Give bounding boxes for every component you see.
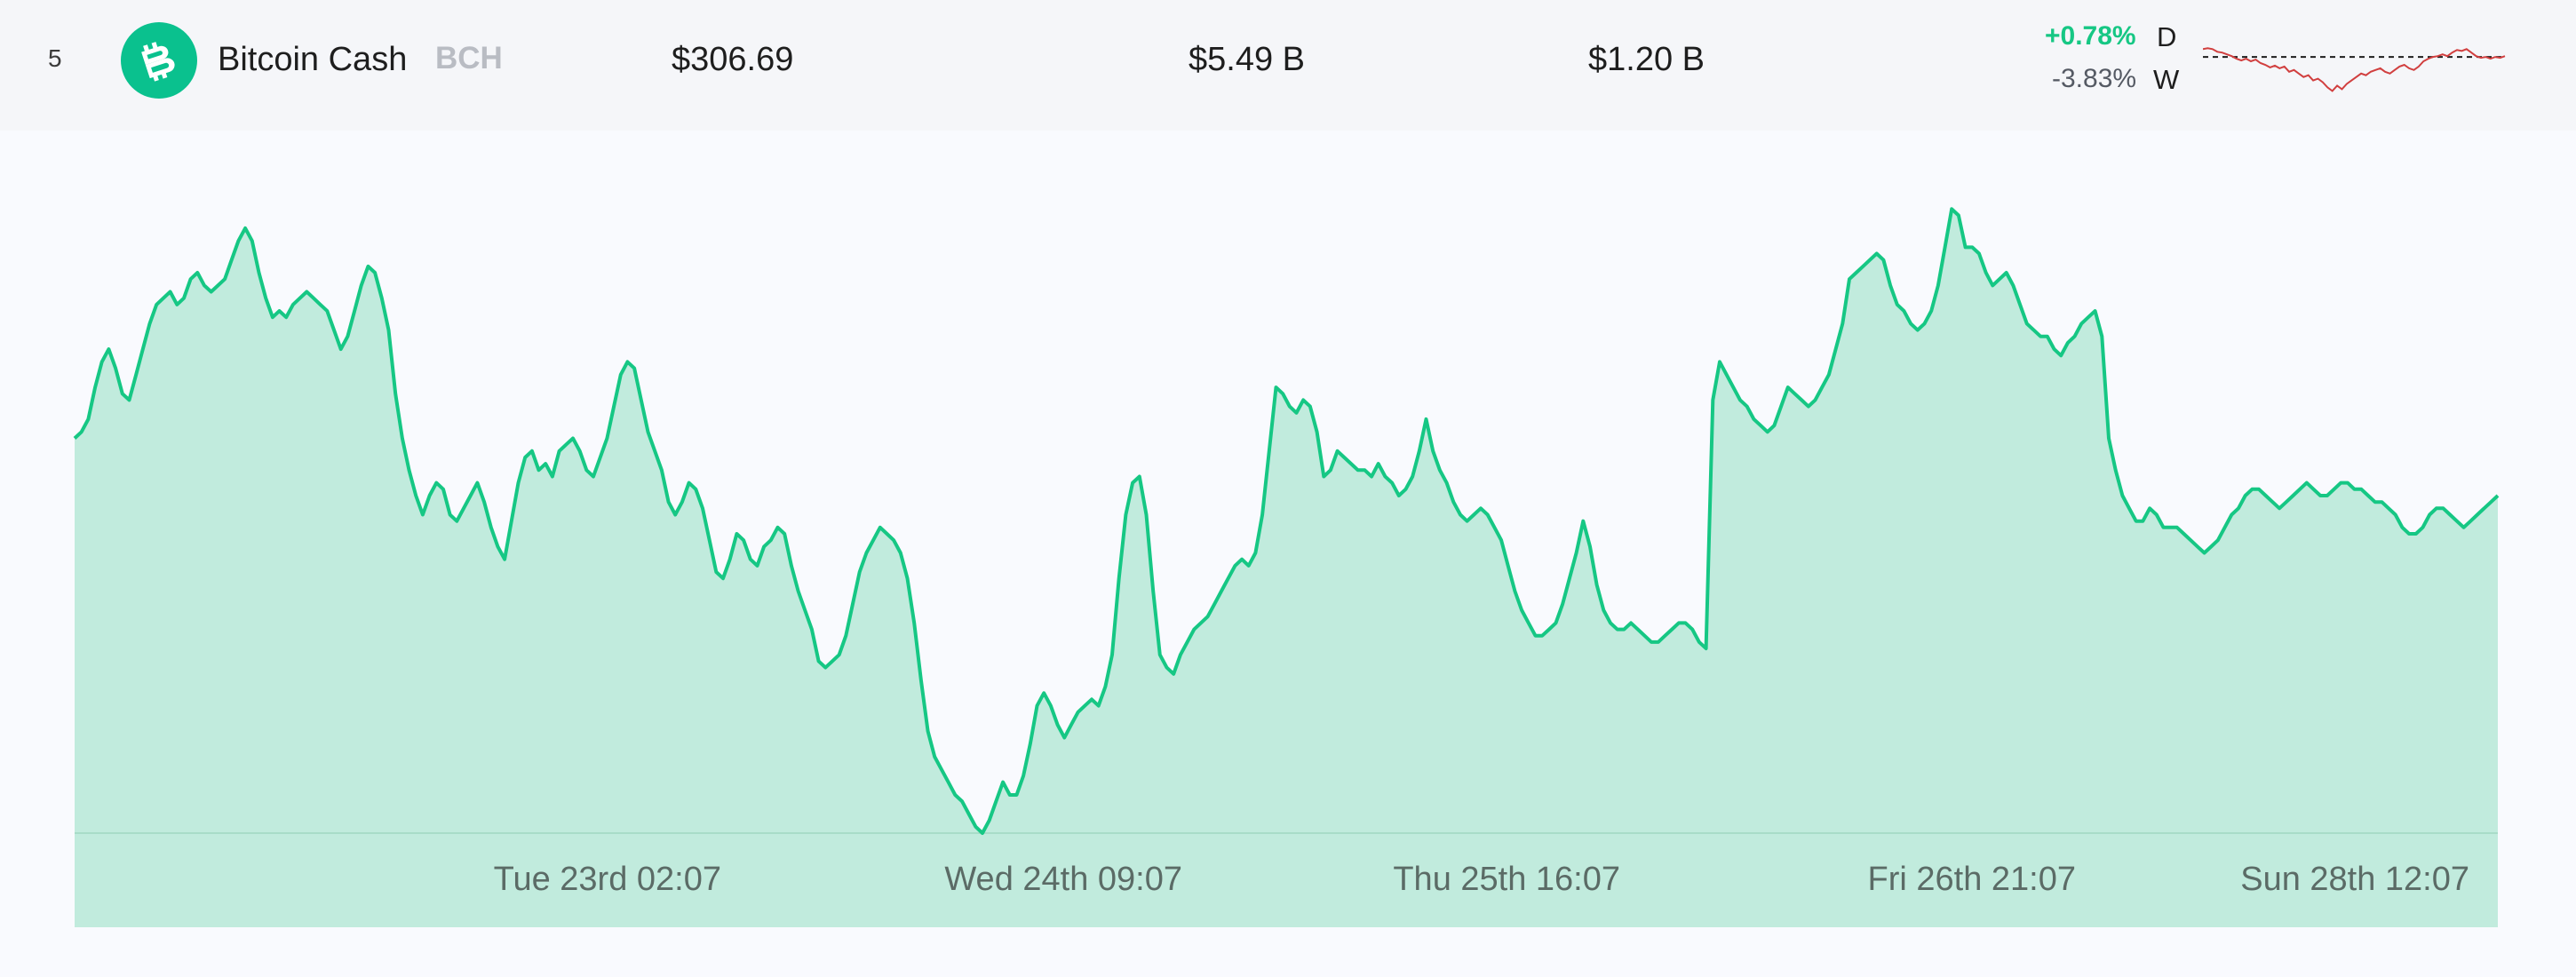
chart-area-fill [75,209,2498,928]
coin-price: $306.69 [672,41,794,78]
x-tick-label: Tue 23rd 02:07 [494,861,721,898]
coin-market-cap: $5.49 B [1189,41,1305,78]
bitcoin-cash-icon [121,22,197,99]
x-tick-label: Sun 28th 12:07 [2240,861,2469,898]
x-tick-label: Wed 24th 09:07 [944,861,1182,898]
change-week-value: -3.83% [2052,64,2137,93]
price-sparkline [2203,47,2506,92]
change-day-value: +0.78% [2045,21,2136,51]
coin-name[interactable]: Bitcoin Cash [218,41,407,79]
change-day-label: D [2157,21,2177,52]
coin-volume: $1.20 B [1588,41,1705,78]
coin-row[interactable]: 5 Bitcoin Cash BCH $306.69 $5.49 B $1.20… [0,0,2576,131]
x-tick-label: Fri 26th 21:07 [1868,861,2076,898]
x-tick-label: Thu 25th 16:07 [1393,861,1620,898]
coin-rank: 5 [48,44,62,72]
coin-symbol: BCH [435,41,503,75]
price-chart[interactable]: Tue 23rd 02:07 Wed 24th 09:07 Thu 25th 1… [0,131,2576,977]
change-week-label: W [2153,64,2180,95]
sparkline-line [2203,47,2506,92]
